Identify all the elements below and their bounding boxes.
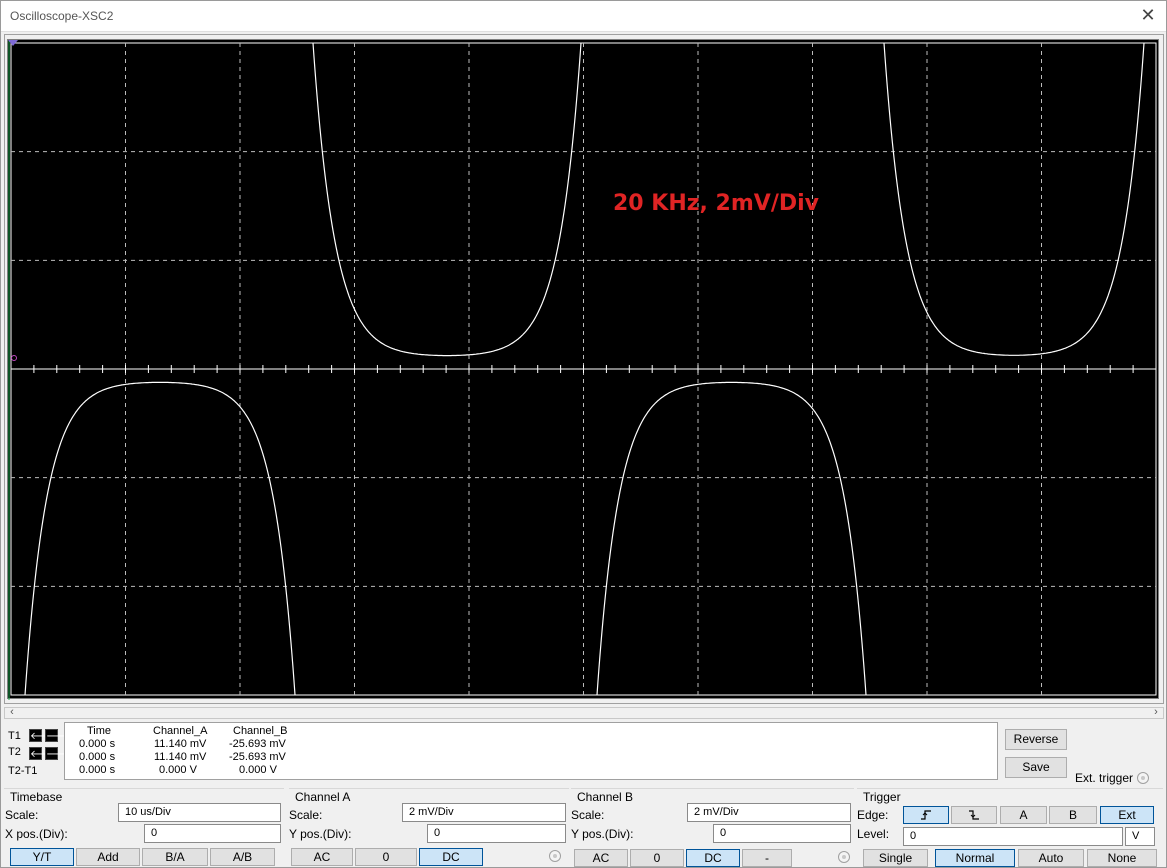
- window-title: Oscilloscope-XSC2: [10, 9, 114, 23]
- timebase-scale-field[interactable]: 10 us/Div: [118, 803, 281, 822]
- title-bar: Oscilloscope-XSC2 ✕: [1, 1, 1166, 32]
- channel-a-ypos-field[interactable]: 0: [427, 824, 566, 843]
- channel-b-title: Channel B: [577, 790, 634, 804]
- channel-a-zero-button[interactable]: 0: [355, 848, 417, 866]
- timebase-xpos-label: X pos.(Div):: [5, 827, 68, 841]
- t1-channel-a: 11.140 mV: [154, 738, 207, 750]
- waveform-display: [8, 40, 1157, 700]
- trigger-normal-button[interactable]: Normal: [935, 849, 1015, 867]
- trigger-ext-button[interactable]: Ext: [1100, 806, 1154, 824]
- header-time: Time: [87, 725, 112, 737]
- t2-t1-channel-a: 0.000 V: [159, 764, 197, 776]
- t2-time: 0.000 s: [79, 751, 116, 763]
- channel-a-title: Channel A: [295, 790, 351, 804]
- trigger-level-field[interactable]: 0: [903, 827, 1123, 846]
- close-icon[interactable]: ✕: [1138, 5, 1158, 25]
- t2-right-arrow-icon[interactable]: 🡒: [45, 747, 73, 760]
- ext-trigger-label: Ext. trigger: [1075, 771, 1134, 785]
- yt-button[interactable]: Y/T: [10, 848, 74, 866]
- t2-channel-b: -25.693 mV: [229, 751, 286, 763]
- trigger-title: Trigger: [863, 790, 901, 804]
- trigger-a-button[interactable]: A: [1000, 806, 1047, 824]
- channel-a-group: Channel A Scale: 2 mV/Div Y pos.(Div): 0…: [289, 788, 569, 867]
- cursor-t2-label: T2: [8, 746, 21, 758]
- channel-a-ypos-label: Y pos.(Div):: [289, 827, 352, 841]
- trigger-group: Trigger Edge: A B Ext Level: 0 V Single …: [857, 788, 1163, 867]
- channel-a-terminal[interactable]: [549, 850, 561, 862]
- header-channel-b: Channel_B: [233, 725, 288, 737]
- horizontal-scrollbar[interactable]: ‹ ›: [4, 706, 1164, 719]
- channel-b-ac-button[interactable]: AC: [574, 849, 628, 867]
- cursor-labels: T1 🡐 🡒 T2 🡐 🡒 T2-T1: [4, 722, 73, 780]
- rising-edge-icon[interactable]: [903, 806, 949, 824]
- channel-b-marker-icon: [11, 355, 17, 361]
- header-channel-a: Channel_A: [153, 725, 208, 737]
- scroll-right-icon[interactable]: ›: [1150, 706, 1162, 718]
- cursor-readout: Time Channel_A Channel_B 0.000 s 11.140 …: [64, 722, 998, 780]
- trigger-auto-button[interactable]: Auto: [1018, 849, 1084, 867]
- channel-b-scale-label: Scale:: [571, 808, 605, 822]
- t1-channel-b: -25.693 mV: [229, 738, 286, 750]
- t1-left-arrow-icon[interactable]: 🡐: [29, 729, 57, 742]
- trigger-single-button[interactable]: Single: [863, 849, 928, 867]
- falling-edge-icon[interactable]: [951, 806, 997, 824]
- channel-a-dc-button[interactable]: DC: [419, 848, 483, 866]
- cursor-t1-label: T1: [8, 730, 21, 742]
- trigger-none-button[interactable]: None: [1087, 849, 1157, 867]
- screen-annotation: 20 KHz, 2mV/Div: [613, 191, 819, 216]
- timebase-scale-label: Scale:: [5, 808, 39, 822]
- channel-b-zero-button[interactable]: 0: [630, 849, 684, 867]
- t2-channel-a: 11.140 mV: [154, 751, 207, 763]
- ext-trigger-terminal[interactable]: [1137, 772, 1149, 784]
- waveform-trace: [883, 42, 1145, 356]
- add-button[interactable]: Add: [76, 848, 140, 866]
- cursor-t2-t1-label: T2-T1: [8, 765, 38, 777]
- channel-b-ypos-field[interactable]: 0: [713, 824, 851, 843]
- timebase-xpos-field[interactable]: 0: [144, 824, 281, 843]
- trigger-edge-label: Edge:: [857, 808, 889, 822]
- a-over-b-button[interactable]: A/B: [210, 848, 275, 866]
- reverse-button[interactable]: Reverse: [1005, 729, 1067, 750]
- channel-a-scale-field[interactable]: 2 mV/Div: [402, 803, 566, 822]
- t2-t1-time: 0.000 s: [79, 764, 116, 776]
- t2-left-arrow-icon[interactable]: 🡐: [29, 747, 57, 760]
- save-button[interactable]: Save: [1005, 757, 1067, 778]
- trigger-level-unit[interactable]: V: [1125, 827, 1155, 846]
- t1-time: 0.000 s: [79, 738, 116, 750]
- t1-right-arrow-icon[interactable]: 🡒: [45, 729, 73, 742]
- channel-a-ac-button[interactable]: AC: [291, 848, 353, 866]
- trigger-b-button[interactable]: B: [1049, 806, 1097, 824]
- channel-b-terminal[interactable]: [838, 851, 850, 863]
- channel-b-minus-button[interactable]: -: [742, 849, 792, 867]
- channel-b-scale-field[interactable]: 2 mV/Div: [687, 803, 851, 822]
- timebase-group: Timebase Scale: 10 us/Div X pos.(Div): 0…: [4, 788, 284, 867]
- t2-t1-channel-b: 0.000 V: [239, 764, 277, 776]
- scroll-left-icon[interactable]: ‹: [6, 706, 18, 718]
- channel-b-group: Channel B Scale: 2 mV/Div Y pos.(Div): 0…: [571, 788, 854, 867]
- channel-b-dc-button[interactable]: DC: [686, 849, 740, 867]
- waveform-trace: [24, 381, 296, 696]
- channel-b-ypos-label: Y pos.(Div):: [571, 827, 634, 841]
- waveform-trace: [312, 42, 582, 357]
- waveform-trace: [596, 381, 867, 696]
- cursor-panel: T1 🡐 🡒 T2 🡐 🡒 T2-T1 Time Channel_A Chann…: [4, 722, 998, 780]
- channel-a-scale-label: Scale:: [289, 808, 323, 822]
- trigger-level-label: Level:: [857, 827, 890, 841]
- b-over-a-button[interactable]: B/A: [142, 848, 208, 866]
- timebase-title: Timebase: [10, 790, 63, 804]
- oscilloscope-screen: [7, 39, 1159, 700]
- oscilloscope-window: Oscilloscope-XSC2 ✕ 20 KHz, 2mV/Div ‹ › …: [0, 0, 1167, 868]
